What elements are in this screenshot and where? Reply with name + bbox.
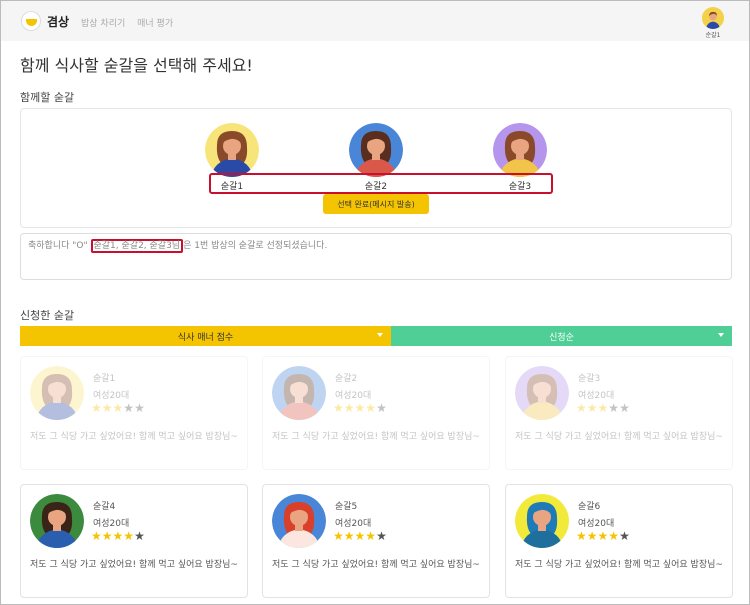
sort-by-apply-dropdown[interactable]: 신청순: [391, 326, 732, 346]
star-icon: ★: [134, 401, 145, 415]
main-nav: 밥상 차리기 매너 평가: [81, 16, 182, 29]
nav-item-manner-rating[interactable]: 매너 평가: [137, 19, 173, 29]
star-rating: ★★★★★: [91, 529, 145, 543]
message-textarea[interactable]: 축하합니다 "O" 숟갈1, 숟갈2, 숟갈3님 은 1번 밥상의 숟갈로 선정되…: [20, 233, 732, 280]
nav-item-set-table[interactable]: 밥상 차리기: [81, 19, 125, 29]
avatar: [30, 366, 84, 420]
applicant-name: 숟갈4: [93, 502, 116, 512]
member-avatar[interactable]: [493, 123, 547, 177]
star-icon: ★: [343, 529, 355, 543]
applicant-age-gender: 여성20대: [93, 519, 130, 529]
member-avatar[interactable]: [205, 123, 259, 177]
star-icon: ★: [91, 529, 102, 543]
applicant-card[interactable]: 숟갈4 여성20대 ★★★★★ 저도 그 식당 가고 싶었어요! 함께 먹고 싶어요 …: [20, 484, 248, 598]
star-icon: ★: [112, 529, 124, 543]
selected-member-name: 숟갈3: [508, 182, 532, 192]
applicant-message: 저도 그 식당 가고 싶었어요! 함께 먹고 싶어요 밥장님~: [515, 432, 723, 442]
applicant-name: 숟갈1: [93, 374, 116, 384]
applicant-message: 저도 그 식당 가고 싶었어요! 함께 먹고 싶어요 밥장님~: [272, 432, 480, 442]
user-profile[interactable]: 순갈1: [700, 7, 726, 39]
applicant-age-gender: 여성20대: [335, 391, 372, 401]
applicant-name: 숟갈3: [578, 374, 601, 384]
sort-apply-label: 신청순: [549, 332, 574, 343]
avatar: [272, 366, 326, 420]
star-icon: ★: [597, 401, 609, 415]
selected-member-name: 숟갈1: [220, 182, 244, 192]
star-rating: ★★★★★: [333, 529, 387, 543]
avatar: [272, 494, 326, 548]
star-icon: ★: [586, 401, 598, 415]
star-icon: ★: [354, 529, 366, 543]
star-icon: ★: [365, 401, 377, 415]
applicant-name: 숟갈2: [335, 374, 358, 384]
star-icon: ★: [608, 529, 620, 543]
applicant-message: 저도 그 식당 가고 싶었어요! 함께 먹고 싶어요 밥장님~: [272, 560, 480, 570]
selected-members-box: 숟갈1 숟갈2 숟갈3 선택 완료(메시지 발송): [20, 108, 732, 228]
star-icon: ★: [343, 401, 355, 415]
star-icon: ★: [365, 529, 377, 543]
star-icon: ★: [101, 401, 113, 415]
star-icon: ★: [376, 401, 387, 415]
member-avatar[interactable]: [349, 123, 403, 177]
star-icon: ★: [333, 401, 344, 415]
profile-label: 순갈1: [705, 32, 721, 39]
star-icon: ★: [376, 529, 387, 543]
star-icon: ★: [354, 401, 366, 415]
star-rating: ★★★★★: [333, 401, 387, 415]
applicant-card[interactable]: 숟갈3 여성20대 ★★★★★ 저도 그 식당 가고 싶었어요! 함께 먹고 싶어요 …: [505, 356, 733, 470]
sort-by-manner-dropdown[interactable]: 식사 매너 점수: [20, 326, 391, 346]
star-rating: ★★★★★: [576, 401, 630, 415]
page-title: 함께 식사할 숟갈을 선택해 주세요!: [20, 56, 253, 75]
avatar: [702, 7, 724, 29]
message-highlight: 숟갈1, 숟갈2, 숟갈3님: [90, 239, 184, 253]
chevron-down-icon: [377, 333, 383, 337]
star-icon: ★: [597, 529, 609, 543]
applicant-message: 저도 그 식당 가고 싶었어요! 함께 먹고 싶어요 밥장님~: [30, 560, 238, 570]
applicant-age-gender: 여성20대: [578, 391, 615, 401]
star-rating: ★★★★★: [91, 401, 145, 415]
sort-manner-label: 식사 매너 점수: [177, 332, 234, 343]
applicant-name: 숟갈5: [335, 502, 358, 512]
chevron-down-icon: [718, 333, 724, 337]
star-icon: ★: [123, 401, 135, 415]
star-icon: ★: [112, 401, 124, 415]
star-icon: ★: [101, 529, 113, 543]
star-rating: ★★★★★: [576, 529, 630, 543]
star-icon: ★: [586, 529, 598, 543]
message-prefix: 축하합니다 "O": [28, 241, 88, 251]
star-icon: ★: [333, 529, 344, 543]
applicant-card[interactable]: 숟갈5 여성20대 ★★★★★ 저도 그 식당 가고 싶었어요! 함께 먹고 싶어요 …: [262, 484, 490, 598]
star-icon: ★: [619, 401, 630, 415]
star-icon: ★: [123, 529, 135, 543]
applicant-card[interactable]: 숟갈6 여성20대 ★★★★★ 저도 그 식당 가고 싶었어요! 함께 먹고 싶어요 …: [505, 484, 733, 598]
avatar: [30, 494, 84, 548]
avatar: [515, 366, 569, 420]
complete-selection-button[interactable]: 선택 완료(메시지 발송): [323, 194, 429, 214]
star-icon: ★: [608, 401, 620, 415]
star-icon: ★: [576, 401, 587, 415]
star-icon: ★: [576, 529, 587, 543]
avatar: [515, 494, 569, 548]
selected-member-name: 숟갈2: [364, 182, 388, 192]
star-icon: ★: [91, 401, 102, 415]
applicant-message: 저도 그 식당 가고 싶었어요! 함께 먹고 싶어요 밥장님~: [515, 560, 723, 570]
star-icon: ★: [619, 529, 630, 543]
applicant-card[interactable]: 숟갈2 여성20대 ★★★★★ 저도 그 식당 가고 싶었어요! 함께 먹고 싶어요 …: [262, 356, 490, 470]
logo[interactable]: 겸상: [21, 11, 69, 31]
selected-section-label: 함께할 숟갈: [20, 91, 75, 104]
applicant-age-gender: 여성20대: [578, 519, 615, 529]
sort-bar: 식사 매너 점수 신청순: [20, 326, 732, 346]
bowl-icon: [21, 11, 41, 31]
applicant-age-gender: 여성20대: [93, 391, 130, 401]
star-icon: ★: [134, 529, 145, 543]
top-header: 겸상 밥상 차리기 매너 평가 순갈1: [1, 1, 749, 41]
applicants-section-label: 신청한 숟갈: [20, 309, 75, 322]
message-suffix: 은 1번 밥상의 숟갈로 선정되셨습니다.: [183, 241, 328, 251]
logo-text: 겸상: [47, 14, 70, 29]
applicant-name: 숟갈6: [578, 502, 601, 512]
applicant-card[interactable]: 숟갈1 여성20대 ★★★★★ 저도 그 식당 가고 싶었어요! 함께 먹고 싶어요 …: [20, 356, 248, 470]
applicant-message: 저도 그 식당 가고 싶었어요! 함께 먹고 싶어요 밥장님~: [30, 432, 238, 442]
applicant-age-gender: 여성20대: [335, 519, 372, 529]
